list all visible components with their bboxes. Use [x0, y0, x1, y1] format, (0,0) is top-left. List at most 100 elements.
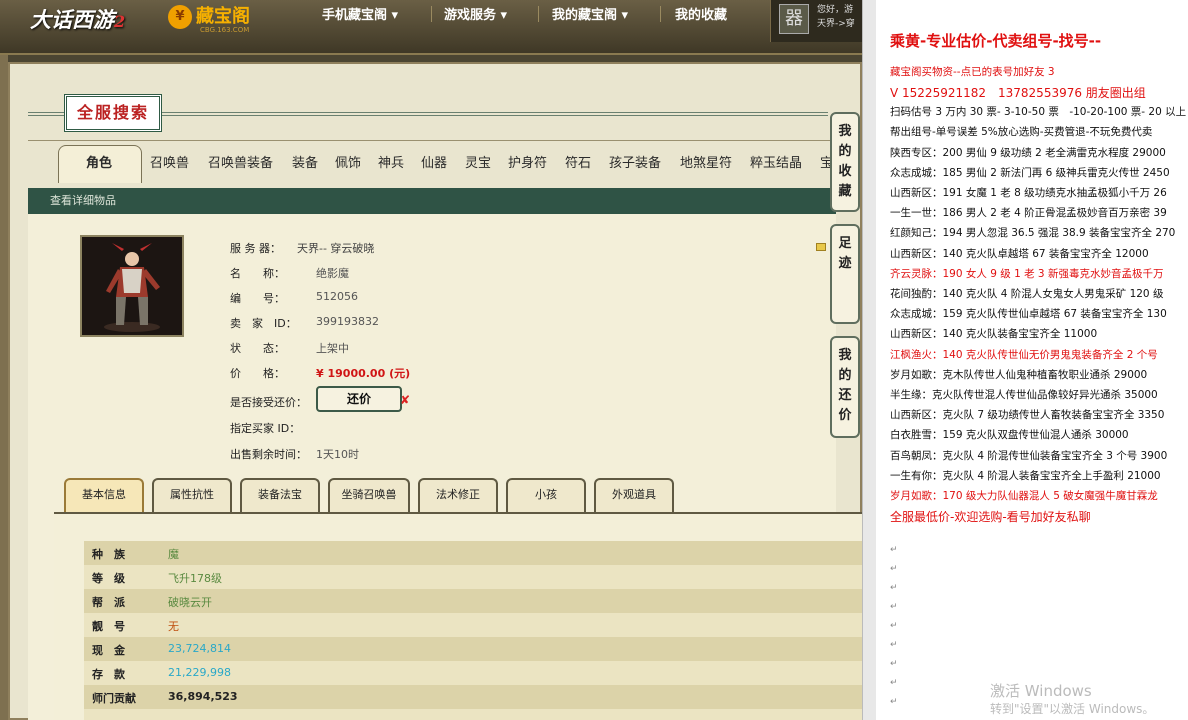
left-decoration: [0, 55, 8, 720]
return-mark: ↵: [890, 697, 898, 707]
info-value: 23,724,814: [168, 642, 231, 655]
info-key: 帮 派: [92, 596, 125, 609]
game-logo-text: 大话西游: [30, 7, 114, 32]
value-name: 绝影魔: [316, 267, 349, 280]
notepad-line: 全服最低价-欢迎选购-看号加好友私聊: [890, 510, 1091, 525]
label-seller-id: 卖 家 ID：: [230, 317, 297, 330]
footprint-button[interactable]: 足迹: [830, 224, 860, 324]
return-mark: ↵: [890, 621, 898, 631]
label-remaining-time: 出售剩余时间：: [230, 448, 307, 461]
info-value: 36,894,523: [168, 690, 238, 703]
label-accept-counter: 是否接受还价：: [230, 396, 307, 409]
nav-separator: [538, 6, 539, 22]
notepad-line: 乘黄-专业估价-代卖组号-找号--: [890, 32, 1102, 50]
notepad-line: 半生缘：克火队传世混人传世仙品像较好异光通杀 35000: [890, 389, 1158, 401]
tab-summon[interactable]: 召唤兽: [150, 152, 189, 174]
window-divider[interactable]: [862, 0, 876, 720]
tab-equipment[interactable]: 装备: [292, 152, 318, 174]
avatar[interactable]: 器: [779, 4, 809, 34]
return-mark: ↵: [890, 678, 898, 688]
return-mark: ↵: [890, 602, 898, 612]
nav-mobile-cbg[interactable]: 手机藏宝阁 ▾: [322, 4, 398, 23]
notepad-line: 扫码估号 3 万内 30 票- 3-10-50 票 -10-20-100 票- …: [890, 106, 1187, 119]
value-server: 天界-- 穿云破晓: [297, 242, 375, 255]
user-greeting: 您好，游: [817, 5, 854, 15]
game-marketplace-window: 大话西游2 ¥ 藏宝阁 CBG.163.COM 手机藏宝阁 ▾ 游戏服务 ▾ 我的…: [0, 0, 862, 720]
return-mark: ↵: [890, 659, 898, 669]
table-row: 等 级 飞升178级: [84, 565, 862, 589]
info-tab-basic[interactable]: 基本信息: [64, 478, 144, 512]
notepad-line: 陕西专区：200 男仙 9 级功绩 2 老全满雷克水程度 29000: [890, 146, 1166, 159]
notepad-line: 一生有你：克火队 4 阶混人装备宝宝齐全上手盈利 21000: [890, 469, 1161, 482]
info-tab-mounts[interactable]: 坐骑召唤兽: [328, 478, 410, 512]
notepad-line: 江枫渔火：140 克火队传世仙无价男鬼鬼装备齐全 2 个号: [890, 348, 1158, 361]
nav-my-favorites[interactable]: 我的收藏: [675, 4, 727, 23]
user-box: 器 您好，游 天界->穿: [770, 0, 862, 42]
game-logo[interactable]: 大话西游2: [30, 4, 150, 38]
return-mark: ↵: [890, 564, 898, 574]
envelope-icon[interactable]: [816, 243, 826, 251]
notepad-line: 红颜知己：194 男人忽混 36.5 强混 38.9 装备宝宝齐全 270: [890, 227, 1176, 240]
return-mark: ↵: [890, 640, 898, 650]
table-row: [84, 709, 862, 720]
info-tab-child[interactable]: 小孩: [506, 478, 586, 512]
notepad-line: 白衣胜雪：159 克火队双盘传世仙混人通杀 30000: [890, 429, 1129, 442]
label-price: 价 格：: [230, 367, 285, 380]
tab-jade-crystal[interactable]: 粹玉结晶: [750, 152, 802, 174]
info-value: 21,229,998: [168, 666, 231, 679]
info-tab-appearance[interactable]: 外观道具: [594, 478, 674, 512]
nav-my-cbg[interactable]: 我的藏宝阁 ▾: [552, 4, 628, 23]
notepad-line: 花间独酌：140 克火队 4 阶混人女鬼女人男鬼采矿 120 级: [890, 288, 1164, 300]
user-server: 天界->穿: [817, 19, 855, 29]
tab-spirit-treasure[interactable]: 灵宝: [465, 152, 491, 174]
label-name: 名 称：: [230, 267, 285, 280]
info-key: 等 级: [92, 572, 125, 585]
tab-immortal-item[interactable]: 仙器: [421, 152, 447, 174]
tab-summon-equipment[interactable]: 召唤兽装备: [208, 152, 273, 174]
table-row: 存 款 21,229,998: [84, 661, 862, 685]
tab-accessory[interactable]: 佩饰: [335, 152, 361, 174]
info-tab-equipment[interactable]: 装备法宝: [240, 478, 320, 512]
my-counter-offers-button[interactable]: 我的还价: [830, 336, 860, 438]
my-favorites-button[interactable]: 我的收藏: [830, 112, 860, 212]
top-nav-bar: 大话西游2 ¥ 藏宝阁 CBG.163.COM 手机藏宝阁 ▾ 游戏服务 ▾ 我的…: [0, 0, 862, 55]
label-id: 编 号：: [230, 292, 285, 305]
nav-separator: [660, 6, 661, 22]
value-id: 512056: [316, 290, 358, 303]
game-logo-number: 2: [114, 12, 126, 31]
info-key: 种 族: [92, 548, 125, 561]
nav-separator: [431, 6, 432, 22]
notepad-line: V 15225921182 13782553976 朋友圈出组: [890, 86, 1146, 101]
info-tab-spell-mods[interactable]: 法术修正: [418, 478, 498, 512]
notepad-line: 山西新区：140 克火队装备宝宝齐全 11000: [890, 328, 1098, 341]
notepad-line: 众志成城：185 男仙 2 新法门再 6 级神兵雷克火传世 2450: [890, 166, 1170, 179]
notepad-line: 山西新区：140 克火队卓越塔 67 装备宝宝齐全 12000: [890, 247, 1149, 260]
notepad-line: 众志成城：159 克火队传世仙卓越塔 67 装备宝宝齐全 130: [890, 308, 1167, 321]
notepad-line: 山西新区：克火队 7 级功绩传世人畜牧装备宝宝齐全 3350: [890, 409, 1165, 422]
info-value: 无: [168, 620, 179, 633]
value-status: 上架中: [316, 342, 349, 355]
tab-amulet[interactable]: 护身符: [508, 152, 547, 174]
tab-star-talisman[interactable]: 地煞星符: [680, 152, 732, 174]
info-tab-attributes[interactable]: 属性抗性: [152, 478, 232, 512]
tab-rune-stone[interactable]: 符石: [565, 152, 591, 174]
table-row: 种 族魔: [84, 541, 862, 565]
tab-role[interactable]: 角色: [86, 152, 112, 174]
value-remaining-time: 1天10时: [316, 448, 359, 461]
site-logo-text: 藏宝阁: [196, 6, 250, 27]
side-buttons: 我的收藏 足迹 我的还价: [830, 112, 860, 442]
tab-divine-weapon[interactable]: 神兵: [378, 152, 404, 174]
table-row: 帮 派 破晓云开: [84, 589, 862, 613]
text-editor-panel[interactable]: 乘黄-专业估价-代卖组号-找号-- 藏宝阁买物资--点已的表号加好友 3 V 15…: [876, 0, 1188, 720]
value-price: ¥ 19000.00 (元): [316, 367, 411, 380]
character-figure-icon: [82, 237, 182, 335]
site-logo-subtitle: CBG.163.COM: [200, 26, 250, 34]
all-server-search-title[interactable]: 全服搜索: [64, 94, 162, 132]
counter-offer-button[interactable]: 还价: [316, 386, 402, 412]
return-mark: ↵: [890, 583, 898, 593]
tab-child-equipment[interactable]: 孩子装备: [609, 152, 661, 174]
detail-header: 查看详细物品: [28, 188, 836, 214]
label-designated-buyer: 指定买家 ID：: [230, 422, 301, 435]
notepad-line: 齐云灵脉：190 女人 9 级 1 老 3 新强毒克水妙音孟极千万: [890, 267, 1164, 280]
nav-game-services[interactable]: 游戏服务 ▾: [444, 4, 507, 23]
